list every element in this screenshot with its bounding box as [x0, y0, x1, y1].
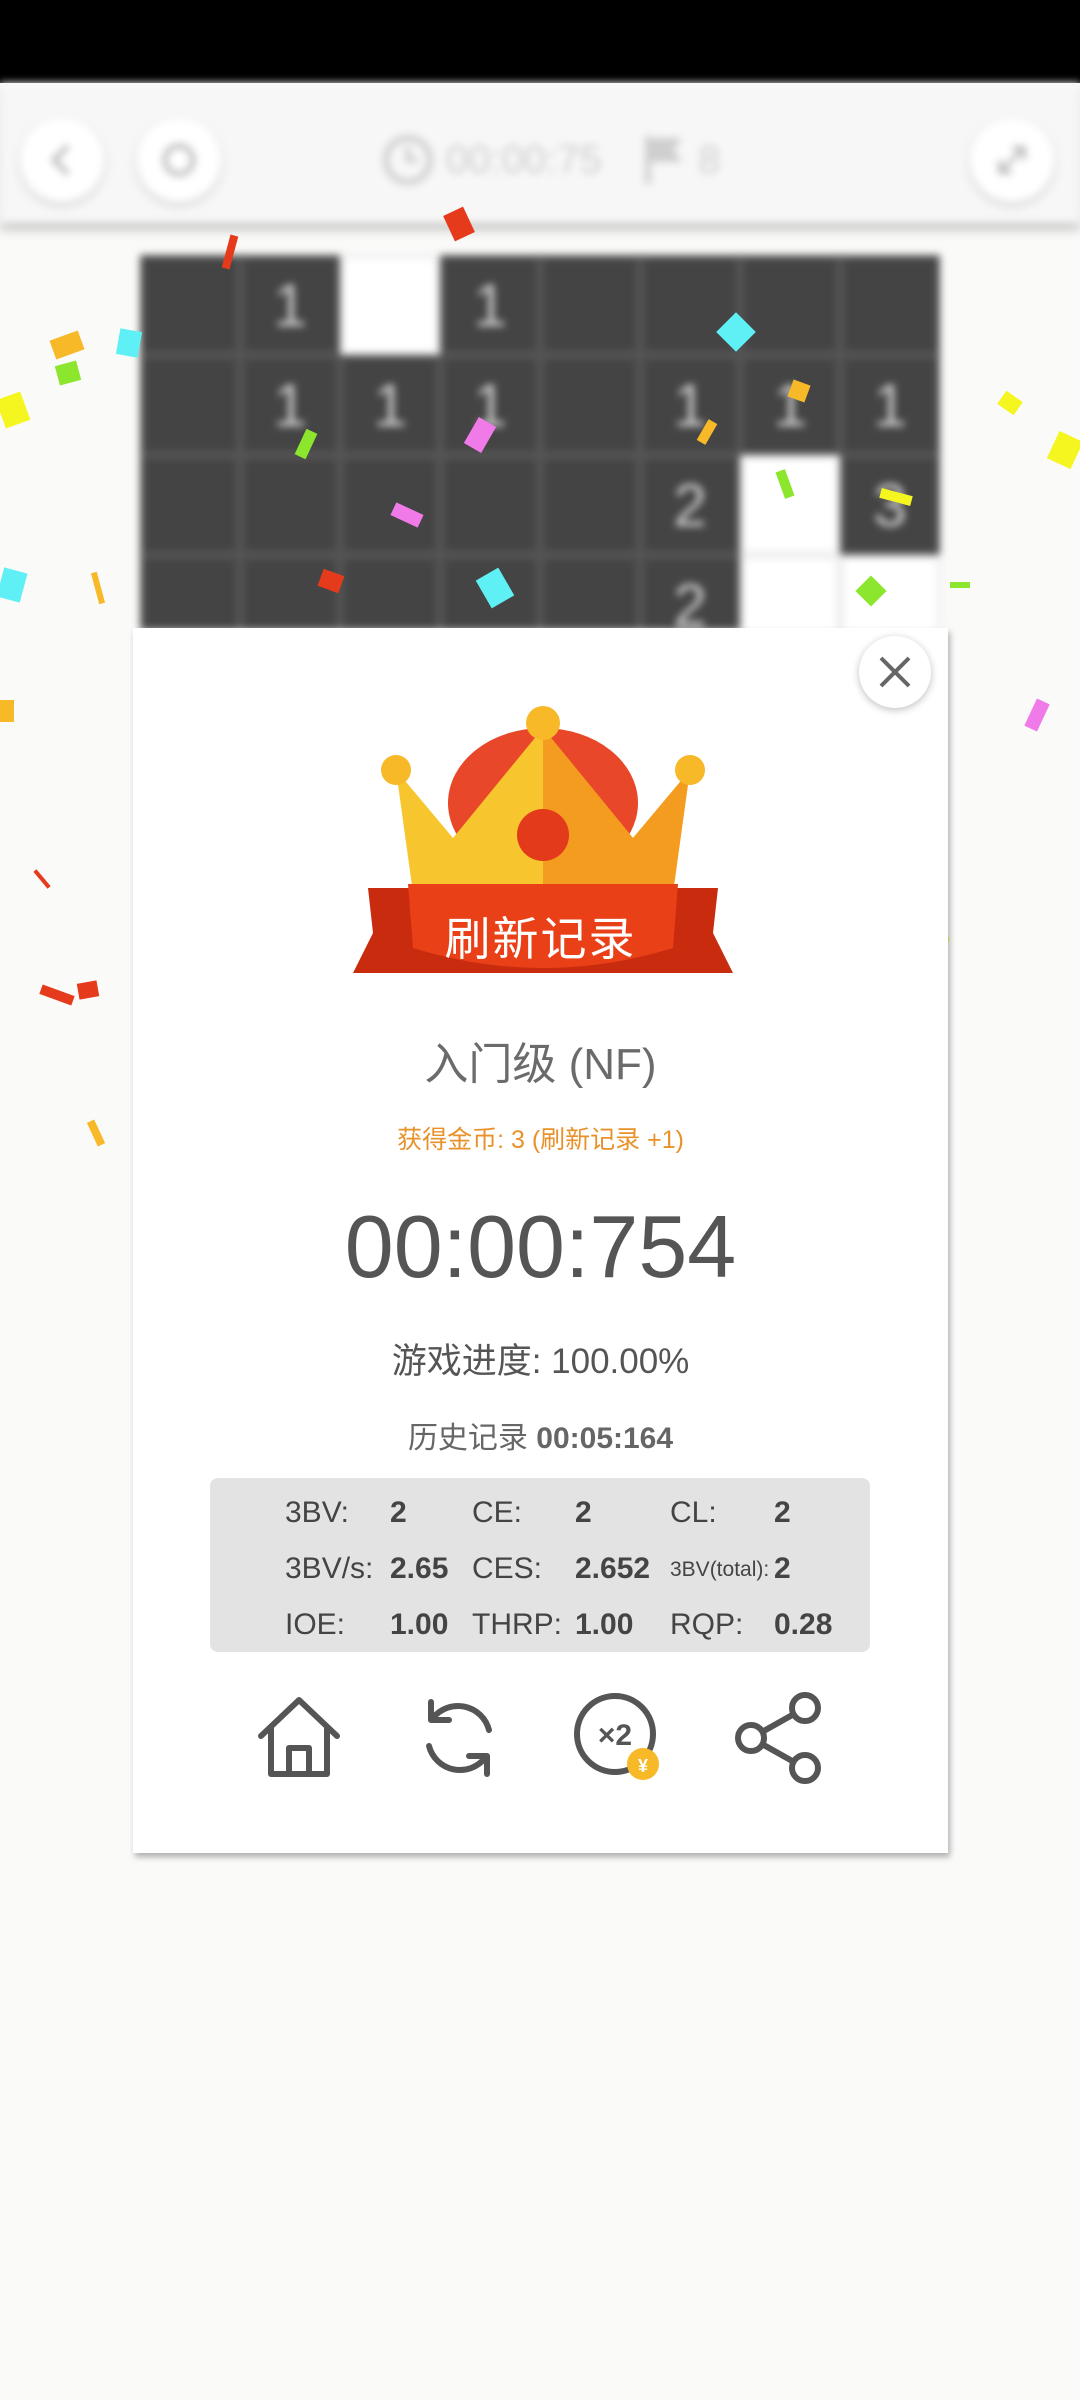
board-cell[interactable]	[740, 455, 840, 555]
board-cell[interactable]	[740, 255, 840, 355]
history-value: 00:05:164	[536, 1422, 674, 1455]
coins-earned: 获得金币: 3 (刷新记录 +1)	[397, 1126, 684, 1154]
board-cell[interactable]	[340, 455, 440, 555]
stat-label: THRP:	[472, 1608, 562, 1641]
flag-count: 8	[698, 137, 721, 182]
double-coin-icon: ×2 ¥	[574, 1693, 659, 1780]
board-cell[interactable]	[540, 555, 640, 630]
double-coins-button[interactable]: ×2 ¥	[569, 1688, 669, 1788]
flag-counter: 8	[640, 125, 720, 195]
board-cell[interactable]: 1	[340, 355, 440, 455]
board-cell[interactable]	[340, 555, 440, 630]
timer-text: 00:00:75	[446, 137, 602, 182]
board-cell[interactable]	[740, 555, 840, 630]
stat-ioe: IOE: 1.00	[285, 1598, 465, 1648]
close-icon	[879, 656, 911, 688]
board-cell[interactable]	[540, 455, 640, 555]
stat-label: RQP:	[670, 1608, 744, 1641]
stat-value: 2	[774, 1496, 791, 1529]
board-cell[interactable]: 2	[640, 555, 740, 630]
stat-label: CES:	[472, 1552, 543, 1585]
stat-value: 2.652	[575, 1552, 651, 1585]
board-cell[interactable]	[140, 255, 240, 355]
board-cell[interactable]: 2	[640, 455, 740, 555]
board-cell[interactable]	[340, 255, 440, 355]
board-cell[interactable]	[440, 455, 540, 555]
stat-label: 3BV:	[285, 1496, 349, 1529]
stat-value: 2	[774, 1552, 791, 1585]
share-icon	[735, 1692, 821, 1784]
status-bar	[0, 0, 1080, 83]
minesweeper-board: 11111111232	[140, 255, 940, 630]
board-cell[interactable]: 1	[640, 355, 740, 455]
board-cell[interactable]: 1	[240, 255, 340, 355]
board-cell[interactable]	[840, 255, 940, 355]
stat-thrp: THRP: 1.00	[472, 1598, 662, 1648]
back-icon	[50, 144, 70, 176]
share-button[interactable]	[729, 1688, 829, 1788]
board-cell[interactable]: 1	[840, 355, 940, 455]
expand-icon	[998, 146, 1026, 174]
stat-value: 2.65	[390, 1552, 449, 1585]
history-record: 历史记录 00:05:164	[133, 1413, 948, 1457]
ribbon-title: 刷新记录	[444, 913, 637, 965]
stat-rqp: RQP: 0.28	[670, 1598, 860, 1648]
flag-icon	[645, 136, 682, 184]
board-cell[interactable]: 1	[240, 355, 340, 455]
history-label: 历史记录	[407, 1422, 528, 1455]
stat-value: 2	[390, 1496, 407, 1529]
back-button[interactable]	[20, 118, 104, 202]
stat-value: 1.00	[390, 1608, 449, 1641]
board-cell[interactable]	[240, 455, 340, 555]
stat-label: CE:	[472, 1496, 523, 1529]
stat-label: 3BV(total):	[670, 1558, 770, 1581]
stat-cl: CL: 2	[670, 1486, 860, 1536]
stat-ces: CES: 2.652	[472, 1542, 662, 1592]
replay-icon	[426, 1699, 492, 1777]
action-bar: ×2 ¥	[133, 1688, 948, 1798]
replay-button[interactable]	[409, 1688, 509, 1788]
board-cell[interactable]: 1	[440, 255, 540, 355]
record-dialog: 刷新记录 入门级 (NF) 获得金币: 3 (刷新记录 +1) 00:00:75…	[133, 628, 948, 1853]
board-cell[interactable]	[240, 555, 340, 630]
stat-value: 0.28	[774, 1608, 833, 1641]
level-label: 入门级 (NF)	[424, 1040, 657, 1089]
stat-value: 1.00	[575, 1608, 634, 1641]
board-cell[interactable]: 1	[740, 355, 840, 455]
home-button[interactable]	[249, 1688, 349, 1788]
close-button[interactable]	[859, 636, 931, 708]
board-cell[interactable]: 1	[440, 355, 540, 455]
board-cell[interactable]	[540, 355, 640, 455]
stat-label: CL:	[670, 1496, 717, 1529]
restart-icon	[162, 143, 196, 177]
coin-symbol: ¥	[638, 1756, 648, 1776]
board-cell[interactable]: 3	[840, 455, 940, 555]
stat-value: 2	[575, 1496, 592, 1529]
stat-label: 3BV/s:	[285, 1552, 374, 1585]
board-cell[interactable]	[540, 255, 640, 355]
double-badge-text: ×2	[598, 1719, 632, 1752]
game-toolbar: 00:00:75 8	[0, 83, 1080, 223]
timer-display: 00:00:75	[380, 125, 602, 195]
final-time: 00:00:754	[344, 1197, 737, 1296]
board-cell[interactable]	[140, 355, 240, 455]
board-cell[interactable]	[640, 255, 740, 355]
stat-3bv-total: 3BV(total): 2	[670, 1542, 860, 1592]
stat-3bv: 3BV: 2	[285, 1486, 465, 1536]
stat-ce: CE: 2	[472, 1486, 662, 1536]
game-progress: 游戏进度: 100.00%	[391, 1342, 690, 1381]
board-cell[interactable]	[840, 555, 940, 630]
restart-button[interactable]	[137, 118, 221, 202]
stat-3bv-per-second: 3BV/s: 2.65	[285, 1542, 465, 1592]
expand-button[interactable]	[970, 118, 1054, 202]
stats-panel: 3BV: 2 CE: 2 CL: 2 3BV/s: 2.65 CES: 2.65…	[210, 1478, 870, 1652]
board-cell[interactable]	[140, 555, 240, 630]
stat-label: IOE:	[285, 1608, 346, 1641]
board-cell[interactable]	[140, 455, 240, 555]
home-icon	[258, 1697, 340, 1777]
board-cell[interactable]	[440, 555, 540, 630]
clock-icon	[383, 135, 433, 185]
